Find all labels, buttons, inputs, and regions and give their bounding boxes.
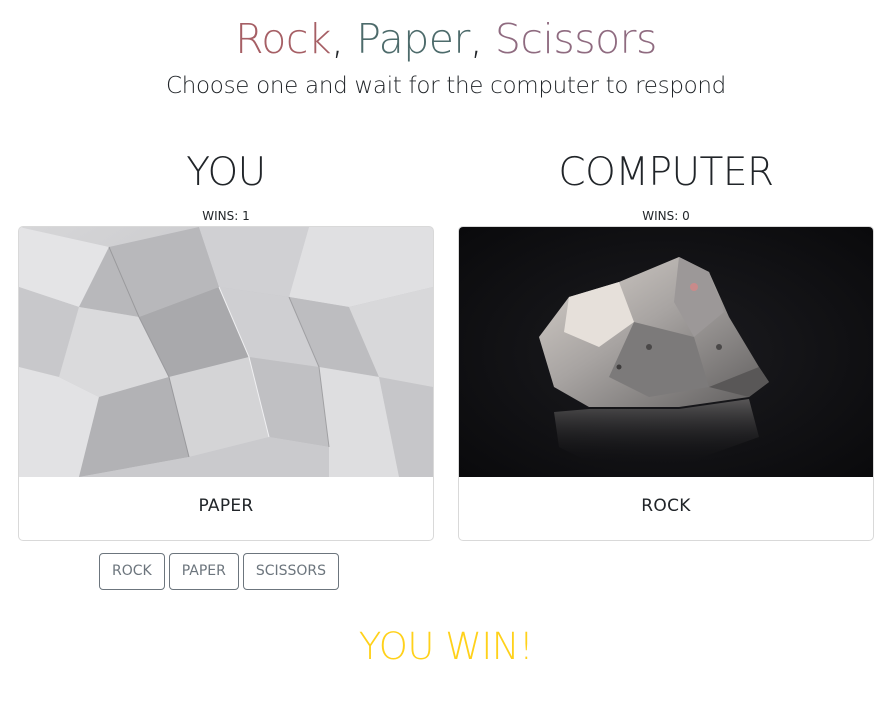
title-scissors: Scissors [494,15,657,63]
rock-button[interactable]: ROCK [99,553,165,590]
player-name: YOU [186,150,266,195]
title-separator: , [469,15,495,63]
game-page: Rock, Paper, Scissors Choose one and wai… [0,0,892,718]
title-paper: Paper [356,15,470,63]
rock-image [459,227,873,477]
page-subtitle: Choose one and wait for the computer to … [165,73,726,99]
computer-column: COMPUTER WINS: 0 ROCK [458,146,874,541]
computer-name: COMPUTER [558,150,774,195]
choice-buttons: ROCK PAPER SCISSORS [99,553,340,590]
scissors-button[interactable]: SCISSORS [242,553,340,590]
player-choice-label: PAPER [198,496,254,516]
paper-button[interactable]: PAPER [168,553,239,590]
result-message: YOU WIN! [358,625,534,668]
title-rock: Rock [235,15,332,63]
player-column: YOU WINS: 1 PAPER [18,146,434,541]
player-wins: WINS: 1 [202,209,250,223]
computer-choice-card: ROCK [458,226,874,541]
title-separator: , [331,15,357,63]
crumpled-paper-image [19,227,433,477]
page-title: Rock, Paper, Scissors [0,14,892,64]
computer-wins: WINS: 0 [642,209,690,223]
computer-choice-label: ROCK [641,496,691,516]
player-choice-card: PAPER [18,226,434,541]
